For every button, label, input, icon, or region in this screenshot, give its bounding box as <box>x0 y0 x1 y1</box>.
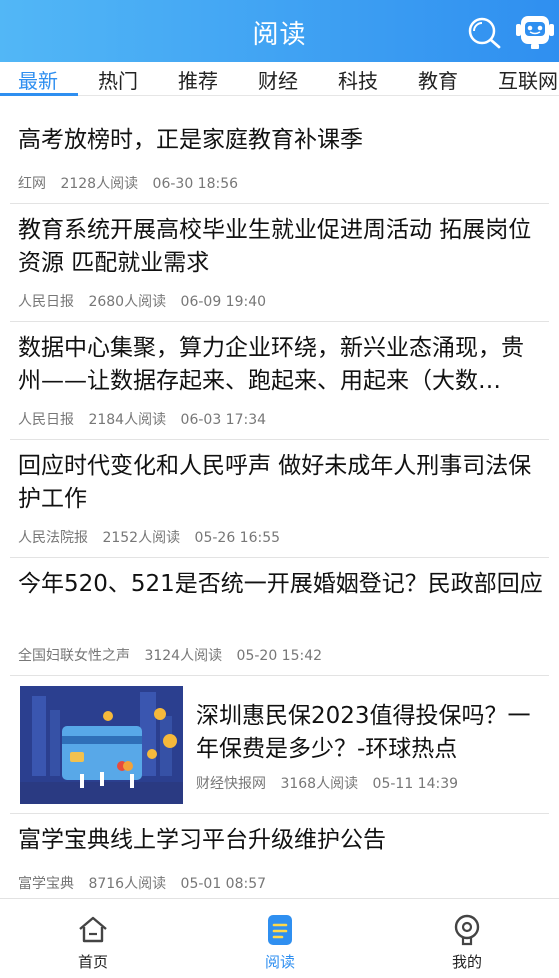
search-icon[interactable] <box>466 14 502 50</box>
article-read-count: 2680人阅读 <box>88 294 167 310</box>
article-read-count: 2184人阅读 <box>88 412 167 428</box>
article-source: 财经快报网 <box>196 776 266 792</box>
article-source: 人民日报 <box>18 412 74 428</box>
list-item[interactable]: 回应时代变化和人民呼声 做好未成年人刑事司法保护工作 人民法院报 2152人阅读… <box>10 440 549 558</box>
tab-recommended[interactable]: 推荐 <box>178 65 218 94</box>
article-meta: 全国妇联女性之声 3124人阅读 05-20 15:42 <box>18 645 332 665</box>
nav-label: 阅读 <box>264 953 295 971</box>
article-source: 富学宝典 <box>18 876 74 892</box>
article-title: 数据中心集聚，算力企业环绕，新兴业态涌现，贵州——让数据存起来、跑起来、用起来（… <box>18 335 524 394</box>
list-item[interactable]: 富学宝典线上学习平台升级维护公告 富学宝典 8716人阅读 05-01 08:5… <box>10 814 549 898</box>
article-time: 05-01 08:57 <box>180 876 267 892</box>
article-source: 人民日报 <box>18 294 74 310</box>
tab-hot[interactable]: 热门 <box>98 65 138 94</box>
article-read-count: 8716人阅读 <box>88 876 167 892</box>
nav-reading[interactable]: 阅读 <box>240 913 320 972</box>
article-time: 06-03 17:34 <box>180 412 267 428</box>
article-thumbnail <box>20 686 183 804</box>
article-meta: 财经快报网 3168人阅读 05-11 14:39 <box>196 773 468 793</box>
article-meta: 人民法院报 2152人阅读 05-26 16:55 <box>18 527 290 547</box>
tab-technology[interactable]: 科技 <box>338 65 378 94</box>
article-time: 05-26 16:55 <box>194 530 281 546</box>
list-item[interactable]: 教育系统开展高校毕业生就业促进周活动 拓展岗位资源 匹配就业需求 人民日报 26… <box>10 204 549 322</box>
profile-icon <box>454 914 480 946</box>
article-title: 富学宝典线上学习平台升级维护公告 <box>18 827 386 853</box>
article-time: 06-30 18:56 <box>152 176 239 192</box>
reading-icon <box>268 915 292 945</box>
article-time: 05-20 15:42 <box>236 648 323 664</box>
article-read-count: 3124人阅读 <box>144 648 223 664</box>
bottom-navigation: 首页 阅读 我的 <box>0 898 559 978</box>
category-tabs: 最新 热门 推荐 财经 科技 教育 互联网 <box>0 62 559 96</box>
article-read-count: 2128人阅读 <box>60 176 139 192</box>
article-title: 今年520、521是否统一开展婚姻登记？民政部回应 <box>18 571 543 597</box>
app-header: 阅读 <box>0 0 559 62</box>
nav-profile[interactable]: 我的 <box>427 913 507 972</box>
nav-label: 首页 <box>77 953 108 971</box>
article-time: 06-09 19:40 <box>180 294 267 310</box>
article-title: 教育系统开展高校毕业生就业促进周活动 拓展岗位资源 匹配就业需求 <box>18 217 532 276</box>
tab-internet[interactable]: 互联网 <box>498 65 558 94</box>
nav-label: 我的 <box>451 953 482 971</box>
article-meta: 红网 2128人阅读 06-30 18:56 <box>18 173 248 193</box>
robot-assistant-icon[interactable] <box>514 12 556 52</box>
article-title: 深圳惠民保2023值得投保吗？一年保费是多少？-环球热点 <box>196 703 531 762</box>
nav-home[interactable]: 首页 <box>53 913 133 972</box>
home-icon <box>79 916 107 943</box>
article-read-count: 2152人阅读 <box>102 530 181 546</box>
list-item[interactable]: 今年520、521是否统一开展婚姻登记？民政部回应 全国妇联女性之声 3124人… <box>10 558 549 676</box>
article-meta: 人民日报 2184人阅读 06-03 17:34 <box>18 409 276 429</box>
list-item[interactable]: 数据中心集聚，算力企业环绕，新兴业态涌现，贵州——让数据存起来、跑起来、用起来（… <box>10 322 549 440</box>
article-source: 红网 <box>18 176 46 192</box>
article-source: 人民法院报 <box>18 530 88 546</box>
credit-card-illustration <box>20 686 183 804</box>
article-source: 全国妇联女性之声 <box>18 648 130 664</box>
article-title: 高考放榜时，正是家庭教育补课季 <box>18 127 363 153</box>
list-item[interactable]: 高考放榜时，正是家庭教育补课季 红网 2128人阅读 06-30 18:56 <box>10 96 549 204</box>
article-read-count: 3168人阅读 <box>280 776 359 792</box>
article-time: 05-11 14:39 <box>372 776 459 792</box>
article-meta: 富学宝典 8716人阅读 05-01 08:57 <box>18 873 276 893</box>
tab-latest[interactable]: 最新 <box>18 65 58 94</box>
list-item[interactable]: 深圳惠民保2023值得投保吗？一年保费是多少？-环球热点 财经快报网 3168人… <box>10 676 549 814</box>
tab-finance[interactable]: 财经 <box>258 65 298 94</box>
tab-education[interactable]: 教育 <box>418 65 458 94</box>
article-title: 回应时代变化和人民呼声 做好未成年人刑事司法保护工作 <box>18 453 532 512</box>
article-meta: 人民日报 2680人阅读 06-09 19:40 <box>18 291 276 311</box>
